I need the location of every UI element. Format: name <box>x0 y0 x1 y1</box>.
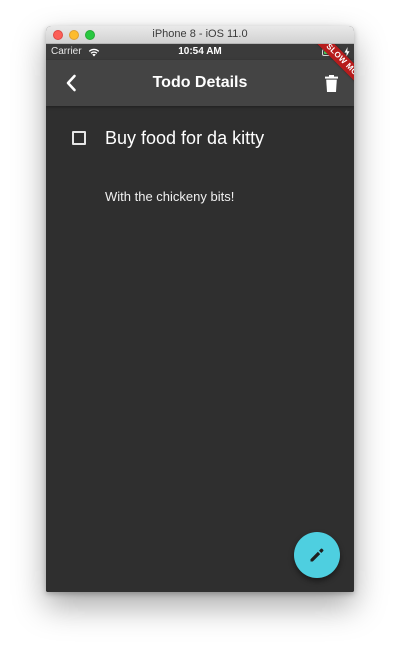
delete-button[interactable] <box>318 70 344 96</box>
status-bar: Carrier 10:54 AM <box>46 44 354 60</box>
todo-note: With the chickeny bits! <box>105 189 235 204</box>
todo-title: Buy food for da kitty <box>105 128 265 148</box>
phone-screen: Carrier 10:54 AM Todo Details SLOW MODE … <box>46 44 354 592</box>
clock-time: 10:54 AM <box>178 46 222 57</box>
app-bar: Todo Details <box>46 60 354 106</box>
edit-button[interactable] <box>294 532 340 578</box>
pencil-icon <box>310 548 324 562</box>
todo-checkbox[interactable] <box>72 131 86 145</box>
page-title: Todo Details <box>152 74 248 91</box>
simulator-window: iPhone 8 - iOS 11.0 Carrier 10:54 AM Tod… <box>46 26 354 592</box>
window-titlebar[interactable]: iPhone 8 - iOS 11.0 <box>46 26 354 44</box>
window-title: iPhone 8 - iOS 11.0 <box>152 28 248 40</box>
screenshot-stage: iPhone 8 - iOS 11.0 Carrier 10:54 AM Tod… <box>0 0 400 658</box>
trash-icon <box>324 74 338 92</box>
